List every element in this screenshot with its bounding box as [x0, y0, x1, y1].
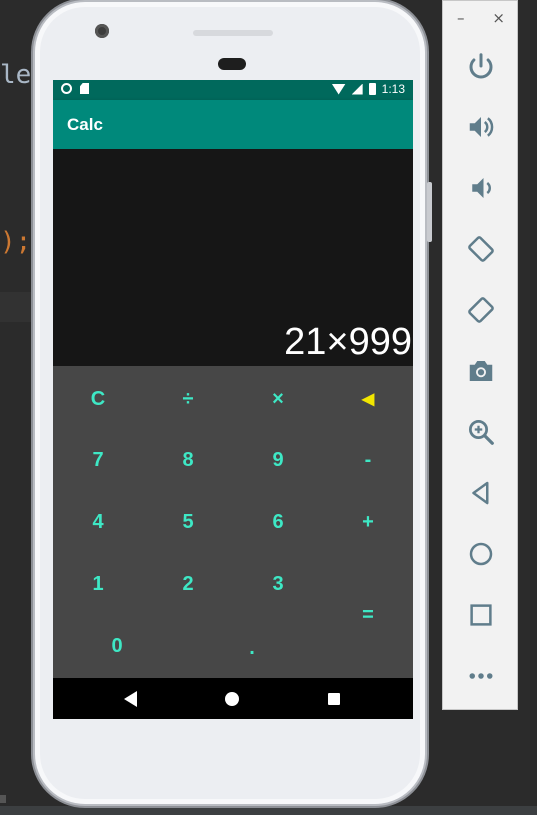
- front-camera: [95, 24, 109, 38]
- digit-8-button[interactable]: 8: [143, 429, 233, 491]
- decimal-button[interactable]: .: [181, 617, 323, 679]
- code-fragment: );: [0, 227, 32, 257]
- rotate-left-icon[interactable]: [461, 229, 501, 269]
- code-fragment: le: [0, 60, 32, 90]
- digit-0-button[interactable]: 0: [53, 615, 181, 677]
- side-button[interactable]: [427, 182, 432, 242]
- multiply-button[interactable]: ×: [233, 368, 323, 430]
- notification-icon: [61, 83, 72, 94]
- nav-recents-icon[interactable]: [328, 693, 340, 705]
- expression-text: 21×999: [284, 321, 412, 363]
- digit-2-button[interactable]: 2: [143, 553, 233, 615]
- equals-button[interactable]: =: [323, 553, 413, 677]
- camera-icon[interactable]: [461, 351, 501, 391]
- status-time: 1:13: [381, 82, 405, 96]
- nav-home-icon[interactable]: [225, 692, 239, 706]
- ide-status-strip: [0, 806, 537, 815]
- digit-4-button[interactable]: 4: [53, 491, 143, 553]
- back-icon[interactable]: [461, 473, 501, 513]
- phone-screen: 1:13 Calc 21×999 C ÷ × ◀ 7 8 9 - 4 5 6 +…: [53, 80, 413, 719]
- digit-1-button[interactable]: 1: [53, 553, 143, 615]
- rotate-right-icon[interactable]: [461, 290, 501, 330]
- battery-icon: [368, 83, 376, 95]
- power-icon[interactable]: [461, 46, 501, 86]
- volume-down-icon[interactable]: [461, 168, 501, 208]
- close-button[interactable]: ×: [492, 9, 505, 27]
- keypad: C ÷ × ◀ 7 8 9 - 4 5 6 + 1 2 3 = 0 .: [53, 366, 413, 678]
- more-icon[interactable]: [461, 656, 501, 696]
- scroll-marker: [0, 795, 6, 803]
- speaker-grille: [193, 30, 273, 36]
- status-bar: 1:13: [53, 80, 413, 100]
- emulator-toolbar: – ×: [442, 0, 518, 710]
- zoom-icon[interactable]: [461, 412, 501, 452]
- plus-button[interactable]: +: [323, 491, 413, 553]
- backspace-button[interactable]: ◀: [323, 368, 413, 430]
- digit-6-button[interactable]: 6: [233, 491, 323, 553]
- overview-icon[interactable]: [461, 595, 501, 635]
- app-bar: Calc: [53, 100, 413, 149]
- home-icon[interactable]: [461, 534, 501, 574]
- minus-button[interactable]: -: [323, 429, 413, 491]
- calculator-display: 21×999: [53, 149, 413, 366]
- minimize-button[interactable]: –: [457, 9, 465, 27]
- divide-button[interactable]: ÷: [143, 368, 233, 430]
- digit-7-button[interactable]: 7: [53, 429, 143, 491]
- sd-card-icon: [80, 83, 89, 94]
- digit-3-button[interactable]: 3: [233, 553, 323, 615]
- digit-5-button[interactable]: 5: [143, 491, 233, 553]
- nav-back-icon[interactable]: [124, 691, 137, 707]
- signal-icon: [351, 83, 363, 95]
- android-nav-bar: [53, 678, 413, 719]
- app-title: Calc: [67, 115, 103, 134]
- volume-up-icon[interactable]: [461, 107, 501, 147]
- earpiece: [218, 58, 246, 70]
- clear-button[interactable]: C: [53, 368, 143, 430]
- wifi-icon: [331, 83, 346, 95]
- digit-9-button[interactable]: 9: [233, 429, 323, 491]
- phone-frame: 1:13 Calc 21×999 C ÷ × ◀ 7 8 9 - 4 5 6 +…: [33, 0, 432, 806]
